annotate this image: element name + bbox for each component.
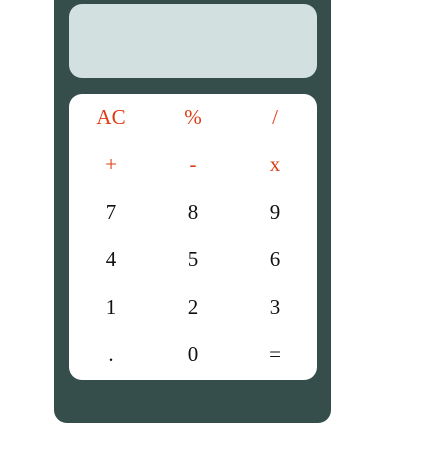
digit-3-button[interactable]: 3 <box>245 287 305 327</box>
minus-button[interactable]: - <box>163 144 223 184</box>
digit-4-button[interactable]: 4 <box>81 239 141 279</box>
divide-button[interactable]: / <box>245 97 305 137</box>
digit-5-button[interactable]: 5 <box>163 239 223 279</box>
decimal-button[interactable]: . <box>81 334 141 374</box>
digit-9-button[interactable]: 9 <box>245 192 305 232</box>
clear-button[interactable]: AC <box>81 97 141 137</box>
plus-button[interactable]: + <box>81 144 141 184</box>
digit-1-button[interactable]: 1 <box>81 287 141 327</box>
calculator-display <box>69 4 317 78</box>
digit-7-button[interactable]: 7 <box>81 192 141 232</box>
equals-button[interactable]: = <box>245 334 305 374</box>
multiply-button[interactable]: x <box>245 144 305 184</box>
percent-button[interactable]: % <box>163 97 223 137</box>
digit-2-button[interactable]: 2 <box>163 287 223 327</box>
digit-6-button[interactable]: 6 <box>245 239 305 279</box>
digit-8-button[interactable]: 8 <box>163 192 223 232</box>
digit-0-button[interactable]: 0 <box>163 334 223 374</box>
